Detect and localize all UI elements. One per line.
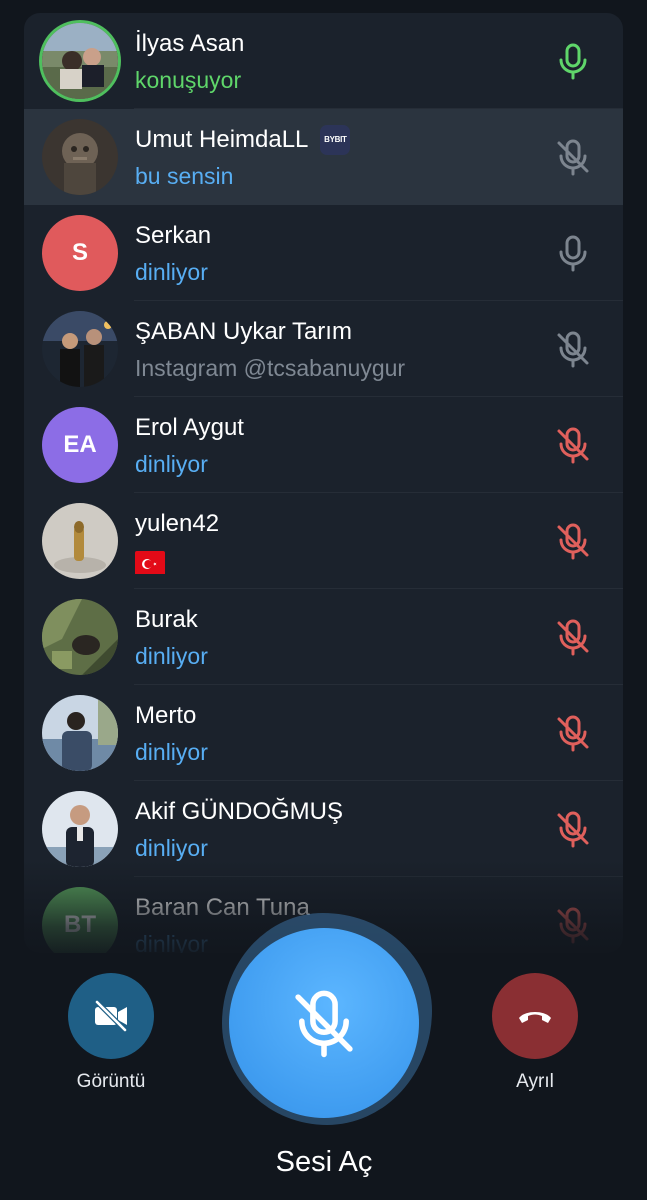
participant-name: yulen42 <box>135 510 220 537</box>
participant-row[interactable]: yulen42 <box>24 493 623 589</box>
avatar <box>42 695 118 771</box>
participants-list[interactable]: İlyas Asan konuşuyor Umut HeimdaLL BYBIT… <box>24 13 623 953</box>
participant-status: konuşuyor <box>135 67 242 93</box>
avatar <box>42 503 118 579</box>
participant-name: Erol Aygut <box>135 414 244 441</box>
mic-icon[interactable] <box>553 233 593 273</box>
participant-name: ŞABAN Uykar Tarım <box>135 318 352 345</box>
participant-status <box>135 545 165 581</box>
participant-row[interactable]: Burak dinliyor <box>24 589 623 685</box>
avatar: EA <box>42 407 118 483</box>
participant-name: Merto <box>135 702 197 729</box>
bybit-badge: BYBIT <box>320 125 351 155</box>
mic-muted-icon[interactable] <box>553 137 593 177</box>
participant-name: İlyas Asan <box>135 30 245 57</box>
avatar: BT <box>42 887 118 953</box>
participant-status: dinliyor <box>135 643 208 669</box>
participant-status: dinliyor <box>135 451 208 477</box>
avatar <box>42 791 118 867</box>
participant-name: Umut HeimdaLL BYBIT <box>135 125 351 155</box>
mic-muted-icon[interactable] <box>553 425 593 465</box>
participant-row[interactable]: ŞABAN Uykar Tarım Instagram @tcsabanuygu… <box>24 301 623 397</box>
participant-name: Serkan <box>135 222 212 249</box>
video-off-icon <box>94 999 128 1033</box>
participant-status: bu sensin <box>135 163 234 189</box>
unmute-button[interactable] <box>229 928 419 1118</box>
participant-row[interactable]: Merto dinliyor <box>24 685 623 781</box>
mic-muted-icon[interactable] <box>553 521 593 561</box>
avatar <box>42 119 118 195</box>
participant-row-self[interactable]: Umut HeimdaLL BYBIT bu sensin <box>24 109 623 205</box>
unmute-label: Sesi Aç <box>275 1146 373 1178</box>
leave-label: Ayrıl <box>516 1071 554 1092</box>
participant-row[interactable]: EA Erol Aygut dinliyor <box>24 397 623 493</box>
mic-muted-icon[interactable] <box>553 905 593 945</box>
turkey-flag-icon <box>135 551 165 574</box>
mic-muted-icon[interactable] <box>553 329 593 369</box>
participant-status: dinliyor <box>135 259 208 285</box>
participant-name: Akif GÜNDOĞMUŞ <box>135 798 344 825</box>
mic-muted-icon[interactable] <box>553 809 593 849</box>
mic-muted-icon[interactable] <box>553 713 593 753</box>
participant-row[interactable]: Akif GÜNDOĞMUŞ dinliyor <box>24 781 623 877</box>
video-toggle-button[interactable] <box>68 973 154 1059</box>
hang-up-icon <box>519 1012 551 1023</box>
avatar: S <box>42 215 118 291</box>
avatar <box>42 23 118 99</box>
avatar <box>42 599 118 675</box>
participant-row[interactable]: İlyas Asan konuşuyor <box>24 13 623 109</box>
participant-status: Instagram @tcsabanuygur <box>135 355 406 381</box>
participant-name: Burak <box>135 606 198 633</box>
participant-status: dinliyor <box>135 835 208 861</box>
participant-name: Baran Can Tuna <box>135 894 310 921</box>
mic-muted-icon <box>295 990 353 1058</box>
participant-status: dinliyor <box>135 931 208 953</box>
voice-chat-screen: İlyas Asan konuşuyor Umut HeimdaLL BYBIT… <box>0 0 647 1200</box>
avatar <box>42 311 118 387</box>
participant-row[interactable]: S Serkan dinliyor <box>24 205 623 301</box>
mic-muted-icon[interactable] <box>553 617 593 657</box>
mic-active-icon[interactable] <box>553 41 593 81</box>
leave-button[interactable] <box>492 973 578 1059</box>
video-label: Görüntü <box>76 1071 146 1092</box>
participant-status: dinliyor <box>135 739 208 765</box>
